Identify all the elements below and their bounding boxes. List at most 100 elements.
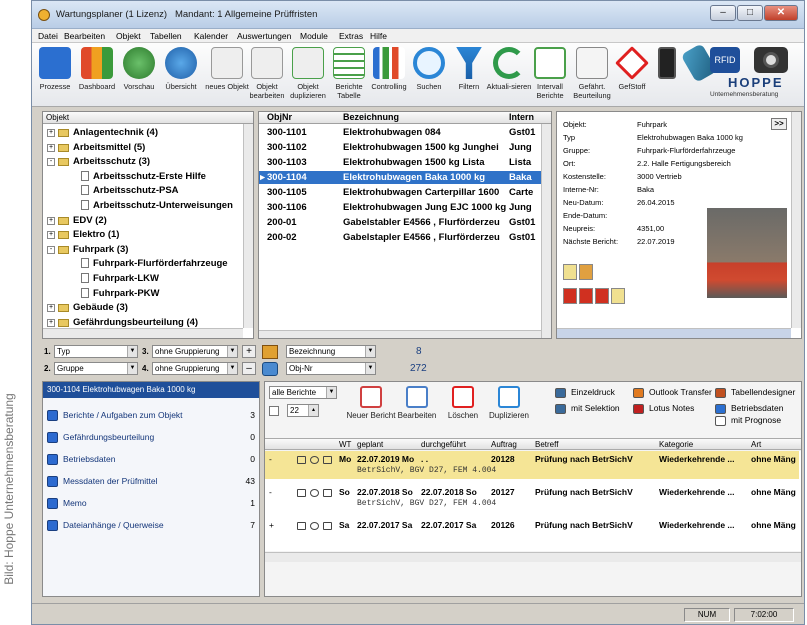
menu-objekt[interactable]: Objekt bbox=[116, 31, 141, 41]
filter-toggle-icon[interactable] bbox=[262, 362, 278, 376]
column-bezeichnung[interactable]: Bezeichnung bbox=[343, 112, 399, 123]
add-group-button[interactable]: + bbox=[242, 345, 256, 358]
object-section-item[interactable]: Messdaten der Prüfmittel 43 bbox=[47, 472, 259, 491]
collapse-icon[interactable]: - bbox=[47, 245, 55, 254]
grid-cell-intern: Gst01 bbox=[509, 217, 536, 228]
toolbar-button-objekt-bearbeiten[interactable]: Objekt bearbeiten bbox=[248, 47, 286, 105]
grid-row[interactable]: ▸ 300-1104 Elektrohubwagen Baka 1000 kg Bak… bbox=[259, 171, 549, 184]
toolbar-button-gefaehrdungsbeurteilung[interactable]: Gefährt. Beurteilung bbox=[572, 47, 612, 105]
menu-hilfe[interactable]: Hilfe bbox=[370, 31, 387, 41]
toolbar-button-intervall-berichte[interactable]: Intervall Berichte bbox=[530, 47, 570, 105]
details-horizontal-scrollbar[interactable] bbox=[557, 328, 791, 338]
reports-horizontal-scrollbar[interactable] bbox=[265, 552, 801, 562]
menu-bearbeiten[interactable]: Bearbeiten bbox=[64, 31, 105, 41]
report-action-button[interactable]: Duplizieren bbox=[487, 386, 531, 438]
secondary-sort-select[interactable]: Obj-Nr ▼ bbox=[286, 362, 376, 375]
sort-field-select[interactable]: Bezeichnung ▼ bbox=[286, 345, 376, 358]
object-section-item[interactable]: Berichte / Aufgaben zum Objekt 3 bbox=[47, 406, 259, 425]
expand-icon[interactable]: + bbox=[47, 129, 55, 137]
pdf-icon[interactable] bbox=[563, 288, 577, 304]
toolbar-button-vorschau[interactable]: Vorschau bbox=[120, 47, 158, 105]
menu-kalender[interactable]: Kalender bbox=[194, 31, 228, 41]
collapse-icon[interactable]: - bbox=[269, 487, 272, 497]
grid-horizontal-scrollbar[interactable] bbox=[259, 330, 541, 338]
menu-tabellen[interactable]: Tabellen bbox=[150, 31, 182, 41]
tree-vertical-scrollbar[interactable] bbox=[243, 124, 253, 328]
attachment-icon[interactable] bbox=[611, 288, 625, 304]
sort-icon[interactable] bbox=[262, 345, 278, 359]
toolbar-button-prozesse[interactable]: Prozesse bbox=[36, 47, 74, 105]
group-level-1-select[interactable]: Typ ▼ bbox=[54, 345, 138, 358]
report-cell-durch: 22.07.2017 Sa bbox=[421, 520, 477, 530]
collapse-icon[interactable]: - bbox=[47, 158, 55, 167]
remove-group-button[interactable]: – bbox=[242, 362, 256, 375]
pdf-icon[interactable] bbox=[595, 288, 609, 304]
menu-datei[interactable]: Datei bbox=[38, 31, 58, 41]
grid-row[interactable]: 200-02 Gabelstapler E4566 , Flurförderzeu… bbox=[259, 231, 549, 244]
pdf-icon[interactable] bbox=[579, 288, 593, 304]
collapse-icon[interactable]: - bbox=[269, 454, 272, 464]
object-section-item[interactable]: Memo 1 bbox=[47, 494, 259, 513]
tree-horizontal-scrollbar[interactable] bbox=[43, 328, 243, 338]
toolbar-button-gefstoff[interactable]: GefStoff bbox=[614, 46, 650, 105]
column-objnr[interactable]: ObjNr bbox=[267, 112, 292, 123]
object-section-item[interactable]: Dateianhänge / Querweise 7 bbox=[47, 516, 259, 535]
group-level-3-select[interactable]: ohne Gruppierung ▼ bbox=[152, 345, 238, 358]
expand-icon[interactable]: + bbox=[47, 216, 55, 225]
expand-icon[interactable]: + bbox=[47, 318, 55, 327]
grid-row[interactable]: 300-1105 Elektrohubwagen Carterpillar 160… bbox=[259, 186, 549, 199]
toolbar-button-aktualisieren[interactable]: Aktuali-sieren bbox=[487, 47, 531, 105]
grid-row[interactable]: 300-1103 Elektrohubwagen 1500 kg Lista Lis… bbox=[259, 156, 549, 169]
toolbar-button-mobile[interactable] bbox=[652, 47, 682, 105]
attachment-icon[interactable] bbox=[579, 264, 593, 280]
details-vertical-scrollbar[interactable] bbox=[791, 112, 801, 328]
object-section-item[interactable]: Betriebsdaten 0 bbox=[47, 450, 259, 469]
rfid-icon[interactable]: RFID bbox=[710, 47, 740, 73]
close-button[interactable]: ✕ bbox=[764, 5, 798, 21]
maximize-button[interactable]: □ bbox=[737, 5, 763, 21]
toolbar-button-filtern[interactable]: Filtern bbox=[450, 47, 488, 105]
grid-row[interactable]: 300-1101 Elektrohubwagen 084 Gst01 bbox=[259, 126, 549, 139]
toolbar-button-suchen[interactable]: Suchen bbox=[410, 47, 448, 105]
toolbar-button-objekt-duplizieren[interactable]: Objekt duplizieren bbox=[288, 47, 328, 105]
grid-row[interactable]: 300-1106 Elektrohubwagen Jung EJC 1000 kg… bbox=[259, 201, 549, 214]
toolbar-button-berichte-tabelle[interactable]: Berichte Tabelle bbox=[330, 47, 368, 105]
column-geplant[interactable]: geplant bbox=[357, 439, 383, 450]
grid-vertical-scrollbar[interactable] bbox=[541, 124, 551, 338]
toolbar-button-dashboard[interactable]: Dashboard bbox=[78, 47, 116, 105]
grid-row[interactable]: 300-1102 Elektrohubwagen 1500 kg Junghei J… bbox=[259, 141, 549, 154]
object-section-item[interactable]: Gefährdungsbeurteilung 0 bbox=[47, 428, 259, 447]
days-stepper[interactable]: 22 ▴ bbox=[287, 404, 319, 417]
column-intern[interactable]: Intern bbox=[509, 112, 534, 123]
column-betreff[interactable]: Betreff bbox=[535, 439, 558, 450]
column-durchgefuehrt[interactable]: durchgeführt bbox=[421, 439, 466, 450]
group-level-2-select[interactable]: Gruppe ▼ bbox=[54, 362, 138, 375]
group-level-4-select[interactable]: ohne Gruppierung ▼ bbox=[152, 362, 238, 375]
column-kategorie[interactable]: Kategorie bbox=[659, 439, 693, 450]
expand-icon[interactable]: + bbox=[47, 231, 55, 240]
expand-icon[interactable]: + bbox=[47, 304, 55, 313]
menu-auswertungen[interactable]: Auswertungen bbox=[237, 31, 291, 41]
detail-key: Gruppe: bbox=[563, 146, 591, 155]
expand-icon[interactable]: + bbox=[269, 520, 274, 530]
report-filter-select[interactable]: alle Berichte ▼ bbox=[269, 386, 337, 399]
menu-module[interactable]: Module bbox=[300, 31, 328, 41]
minimize-button[interactable]: – bbox=[710, 5, 736, 21]
toolbar-button-controlling[interactable]: Controlling bbox=[370, 47, 408, 105]
report-row[interactable]: - Mo 22.07.2019 Mo . . 20128 Prüfung nach Bet… bbox=[265, 451, 799, 479]
grid-row[interactable]: 200-01 Gabelstabler E4566 , Flurförderzeu… bbox=[259, 216, 549, 229]
report-link-label: Outlook Transfer bbox=[649, 387, 712, 397]
column-auftrag[interactable]: Auftrag bbox=[491, 439, 517, 450]
attachment-icon[interactable] bbox=[563, 264, 577, 280]
window-controls: – □ ✕ bbox=[710, 5, 800, 23]
column-wt[interactable]: WT bbox=[339, 439, 351, 450]
camera-icon[interactable] bbox=[754, 47, 788, 73]
toolbar-button-neues-objekt[interactable]: neues Objekt bbox=[205, 47, 249, 105]
report-row[interactable]: + Sa 22.07.2017 Sa 22.07.2017 Sa 20126 Prüfun… bbox=[265, 517, 799, 545]
expand-icon[interactable]: + bbox=[47, 143, 55, 152]
column-art[interactable]: Art bbox=[751, 439, 761, 450]
toolbar-button-uebersicht[interactable]: Übersicht bbox=[162, 47, 200, 105]
report-row[interactable]: - So 22.07.2018 So 22.07.2018 So 20127 Prüfun… bbox=[265, 484, 799, 512]
menu-extras[interactable]: Extras bbox=[339, 31, 363, 41]
days-checkbox[interactable] bbox=[269, 406, 279, 416]
